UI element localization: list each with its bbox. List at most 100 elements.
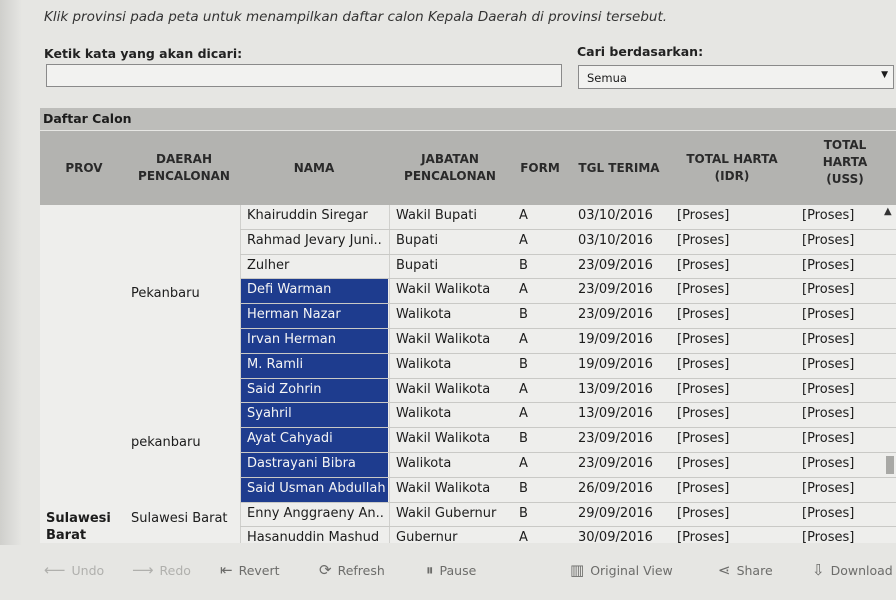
- cell-jabatan: Bupati: [396, 257, 439, 273]
- cell-form: B: [519, 505, 528, 521]
- cell-harta-idr: [Proses]: [677, 480, 730, 496]
- cell-tgl: 03/10/2016: [578, 208, 653, 223]
- cell-harta-idr: [Proses]: [677, 381, 730, 397]
- cell-harta-uss: [Proses]: [802, 456, 855, 471]
- original-view-button[interactable]: ▥ Original View: [570, 561, 673, 579]
- search-label: Ketik kata yang akan dicari:: [44, 46, 243, 61]
- table-row[interactable]: Defi Warman Wakil Walikota A 23/09/2016 [Pro…: [40, 279, 896, 305]
- cell-nama[interactable]: Enny Anggraeny An..: [247, 506, 387, 521]
- cell-tgl: 29/09/2016: [578, 505, 653, 521]
- table-row[interactable]: Rahmad Jevary Juni.. Bupati A 03/10/2016 [Pr…: [40, 230, 896, 255]
- cell-nama[interactable]: Syahril: [247, 406, 387, 421]
- cell-harta-idr: [Proses]: [677, 530, 730, 543]
- cell-nama[interactable]: Zulher: [247, 258, 387, 273]
- scrollbar-thumb[interactable]: [886, 456, 894, 474]
- table-row[interactable]: Ayat Cahyadi Wakil Walikota B 23/09/2016 [Pr…: [40, 428, 896, 453]
- cell-harta-uss: [Proses]: [802, 381, 855, 397]
- table-row[interactable]: M. Ramli Walikota B 19/09/2016 [Proses] [Pros…: [40, 353, 896, 379]
- table-row[interactable]: Khairuddin Siregar Wakil Bupati A 03/10/201…: [40, 205, 896, 230]
- table-row[interactable]: Dastrayani Bibra Walikota A 23/09/2016 [Pros…: [40, 453, 896, 478]
- pause-button[interactable]: ⏸ Pause: [426, 561, 476, 579]
- table-header: PROV DAERAH PENCALONAN NAMA JABATAN PENCAL…: [40, 131, 896, 205]
- cell-form: B: [519, 257, 528, 273]
- cell-nama[interactable]: Hasanuddin Mashud: [247, 530, 387, 543]
- cell-nama[interactable]: Herman Nazar: [247, 307, 387, 322]
- table-row[interactable]: Herman Nazar Walikota B 23/09/2016 [Proses] […: [40, 304, 896, 329]
- cell-nama[interactable]: Defi Warman: [247, 282, 387, 297]
- header-form[interactable]: FORM: [512, 160, 568, 177]
- cell-harta-idr: [Proses]: [677, 208, 730, 223]
- chevron-down-icon[interactable]: ▼: [881, 70, 888, 80]
- cell-tgl: 23/09/2016: [578, 282, 653, 298]
- cell-form: A: [519, 232, 528, 248]
- cell-nama[interactable]: Said Zohrin: [247, 382, 387, 397]
- cell-nama[interactable]: Rahmad Jevary Juni..: [247, 233, 387, 248]
- share-icon: ⋖: [718, 561, 731, 579]
- table-row[interactable]: Said Usman Abdullah Wakil Walikota B 26/09/…: [40, 477, 896, 503]
- cell-jabatan: Wakil Walikota: [396, 332, 491, 347]
- header-harta-idr[interactable]: TOTAL HARTA (IDR): [672, 151, 792, 185]
- cell-harta-uss: [Proses]: [802, 480, 855, 496]
- cell-harta-uss: [Proses]: [802, 406, 855, 422]
- table-row[interactable]: Zulher Bupati B 23/09/2016 [Proses] [Proses]: [40, 255, 896, 280]
- cell-tgl: 19/09/2016: [578, 356, 653, 372]
- cell-tgl: 26/09/2016: [578, 480, 653, 496]
- arrow-right-icon: ⟶: [132, 561, 154, 579]
- toolbar: ⟵ Undo ⟶ Redo ⇤ Revert ⟳ Refresh ⏸ Pause ▥ Ori…: [0, 545, 896, 600]
- cell-form: A: [519, 456, 528, 471]
- header-prov[interactable]: PROV: [40, 160, 128, 177]
- revert-button[interactable]: ⇤ Revert: [220, 561, 280, 579]
- header-harta-uss[interactable]: TOTAL HARTA (USS): [800, 137, 890, 188]
- cell-harta-idr: [Proses]: [677, 356, 730, 372]
- cell-harta-uss: [Proses]: [802, 431, 855, 447]
- cell-harta-idr: [Proses]: [677, 332, 730, 347]
- undo-button[interactable]: ⟵ Undo: [44, 561, 104, 579]
- cell-form: A: [519, 530, 528, 543]
- cell-nama[interactable]: Ayat Cahyadi: [247, 431, 387, 446]
- cell-harta-uss: [Proses]: [802, 307, 855, 323]
- header-daerah[interactable]: DAERAH PENCALONAN: [128, 151, 240, 185]
- cell-jabatan: Wakil Walikota: [396, 480, 491, 496]
- cell-harta-uss: [Proses]: [802, 530, 855, 543]
- cell-form: A: [519, 282, 528, 298]
- cell-tgl: 23/09/2016: [578, 257, 653, 273]
- refresh-button[interactable]: ⟳ Refresh: [319, 561, 385, 579]
- table-row[interactable]: Enny Anggraeny An.. Wakil Gubernur B 29/09/…: [40, 503, 896, 528]
- pause-icon: ⏸: [426, 561, 434, 579]
- table-row[interactable]: Syahril Walikota A 13/09/2016 [Proses] [Prose…: [40, 403, 896, 429]
- table-row[interactable]: Said Zohrin Wakil Walikota A 13/09/2016 [Pro…: [40, 378, 896, 404]
- cell-nama[interactable]: Dastrayani Bibra: [247, 456, 387, 471]
- cell-tgl: 23/09/2016: [578, 307, 653, 323]
- header-jabatan[interactable]: JABATAN PENCALONAN: [390, 151, 510, 185]
- table-title: Daftar Calon: [40, 108, 896, 130]
- redo-button[interactable]: ⟶ Redo: [132, 561, 191, 579]
- table-row[interactable]: Irvan Herman Wakil Walikota A 19/09/2016 [Pr…: [40, 329, 896, 354]
- cell-harta-idr: [Proses]: [677, 232, 730, 248]
- filter-selected-value: Semua: [587, 71, 627, 85]
- cell-nama[interactable]: Khairuddin Siregar: [247, 208, 387, 223]
- cell-jabatan: Bupati: [396, 232, 439, 248]
- header-nama[interactable]: NAMA: [240, 160, 388, 177]
- header-tgl[interactable]: TGL TERIMA: [568, 160, 670, 177]
- table-body: Pekanbaru pekanbaru Sulawesi Barat Sulaw…: [40, 205, 896, 543]
- search-input[interactable]: [46, 64, 562, 87]
- revert-icon: ⇤: [220, 561, 233, 579]
- cell-tgl: 23/09/2016: [578, 456, 653, 471]
- filter-dropdown[interactable]: Semua ▼: [578, 65, 894, 89]
- cell-harta-uss: [Proses]: [802, 332, 855, 347]
- cell-jabatan: Wakil Walikota: [396, 381, 491, 397]
- scroll-up-icon[interactable]: ▲: [884, 206, 892, 217]
- cell-harta-idr: [Proses]: [677, 257, 730, 273]
- cell-nama[interactable]: Irvan Herman: [247, 332, 387, 347]
- cell-tgl: 30/09/2016: [578, 530, 653, 543]
- cell-nama[interactable]: M. Ramli: [247, 357, 387, 372]
- cell-jabatan: Wakil Walikota: [396, 282, 491, 298]
- cell-tgl: 03/10/2016: [578, 232, 653, 248]
- cell-nama[interactable]: Said Usman Abdullah: [247, 481, 387, 496]
- cell-harta-idr: [Proses]: [677, 406, 730, 422]
- cell-tgl: 19/09/2016: [578, 332, 653, 347]
- table-row[interactable]: Hasanuddin Mashud Gubernur A 30/09/2016 [Pro…: [40, 527, 896, 543]
- share-button[interactable]: ⋖ Share: [718, 561, 773, 579]
- download-button[interactable]: ⇩ Download: [812, 561, 893, 579]
- cell-tgl: 13/09/2016: [578, 381, 653, 397]
